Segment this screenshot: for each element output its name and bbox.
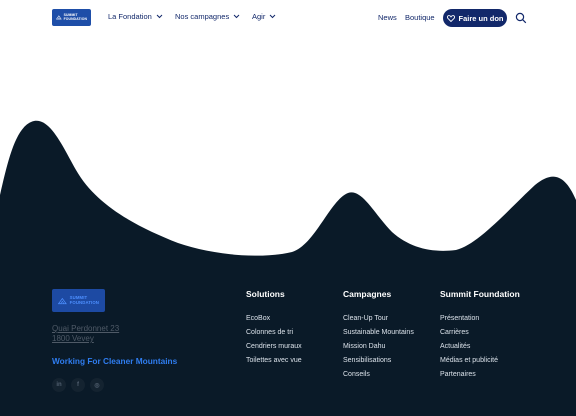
footer-column-solutions: Solutions EcoBox Colonnes de tri Cendrie… <box>246 289 302 368</box>
address-city: 1800 Vevey <box>52 334 94 343</box>
address-link[interactable]: Quai Perdonnet 23 1800 Vevey <box>52 324 119 344</box>
nav-agir[interactable]: Agir <box>252 12 276 21</box>
tagline: Working For Cleaner Mountains <box>52 356 178 366</box>
facebook-icon[interactable]: f <box>71 378 85 392</box>
nav-label: Agir <box>252 12 266 21</box>
footer-link[interactable]: Médias et publicité <box>440 354 520 368</box>
logo-line-2: FOUNDATION <box>63 16 87 21</box>
footer-column-summit-foundation: Summit Foundation Présentation Carrières… <box>440 289 520 382</box>
footer-link[interactable]: EcoBox <box>246 312 302 326</box>
nav-boutique[interactable]: Boutique <box>405 13 435 22</box>
footer-link[interactable]: Mission Dahu <box>343 340 414 354</box>
chevron-down-icon <box>269 14 276 19</box>
donate-button[interactable]: Faire un don <box>443 9 507 27</box>
footer-link[interactable]: Sensibilisations <box>343 354 414 368</box>
footer-link[interactable]: Conseils <box>343 368 414 382</box>
column-title: Summit Foundation <box>440 289 520 299</box>
chevron-down-icon <box>156 14 163 19</box>
donate-label: Faire un don <box>458 13 504 23</box>
nav-la-fondation[interactable]: La Fondation <box>108 12 163 21</box>
mountain-logo-icon <box>58 297 67 304</box>
footer-link[interactable]: Cendriers muraux <box>246 340 302 354</box>
search-icon[interactable] <box>515 12 527 24</box>
header-logo[interactable]: SUMMIT FOUNDATION <box>52 9 91 26</box>
address-street: Quai Perdonnet 23 <box>52 324 120 333</box>
footer-logo[interactable]: SUMMIT FOUNDATION <box>52 289 105 312</box>
instagram-icon[interactable]: ◎ <box>90 378 104 392</box>
footer-link[interactable]: Toilettes avec vue <box>246 354 302 368</box>
nav-label: Nos campagnes <box>175 12 230 21</box>
footer-column-campagnes: Campagnes Clean-Up Tour Sustainable Moun… <box>343 289 414 382</box>
footer-link[interactable]: Actualités <box>440 340 520 354</box>
linkedin-icon[interactable]: in <box>52 378 66 392</box>
footer-link[interactable]: Partenaires <box>440 368 520 382</box>
footer-link[interactable]: Colonnes de tri <box>246 326 302 340</box>
logo-line-2: FOUNDATION <box>69 299 99 305</box>
site-header: SUMMIT FOUNDATION La Fondation Nos campa… <box>0 0 576 38</box>
social-links: in f ◎ <box>52 378 104 392</box>
heart-icon <box>446 14 455 22</box>
chevron-down-icon <box>233 14 240 19</box>
footer-link[interactable]: Sustainable Mountains <box>343 326 414 340</box>
nav-nos-campagnes[interactable]: Nos campagnes <box>175 12 240 21</box>
column-title: Solutions <box>246 289 285 299</box>
column-title: Campagnes <box>343 289 392 299</box>
footer-link[interactable]: Présentation <box>440 312 520 326</box>
mountain-logo-icon <box>56 15 62 20</box>
nav-news[interactable]: News <box>378 13 397 22</box>
nav-label: La Fondation <box>108 12 152 21</box>
footer-link[interactable]: Clean-Up Tour <box>343 312 414 326</box>
footer-link[interactable]: Carrières <box>440 326 520 340</box>
